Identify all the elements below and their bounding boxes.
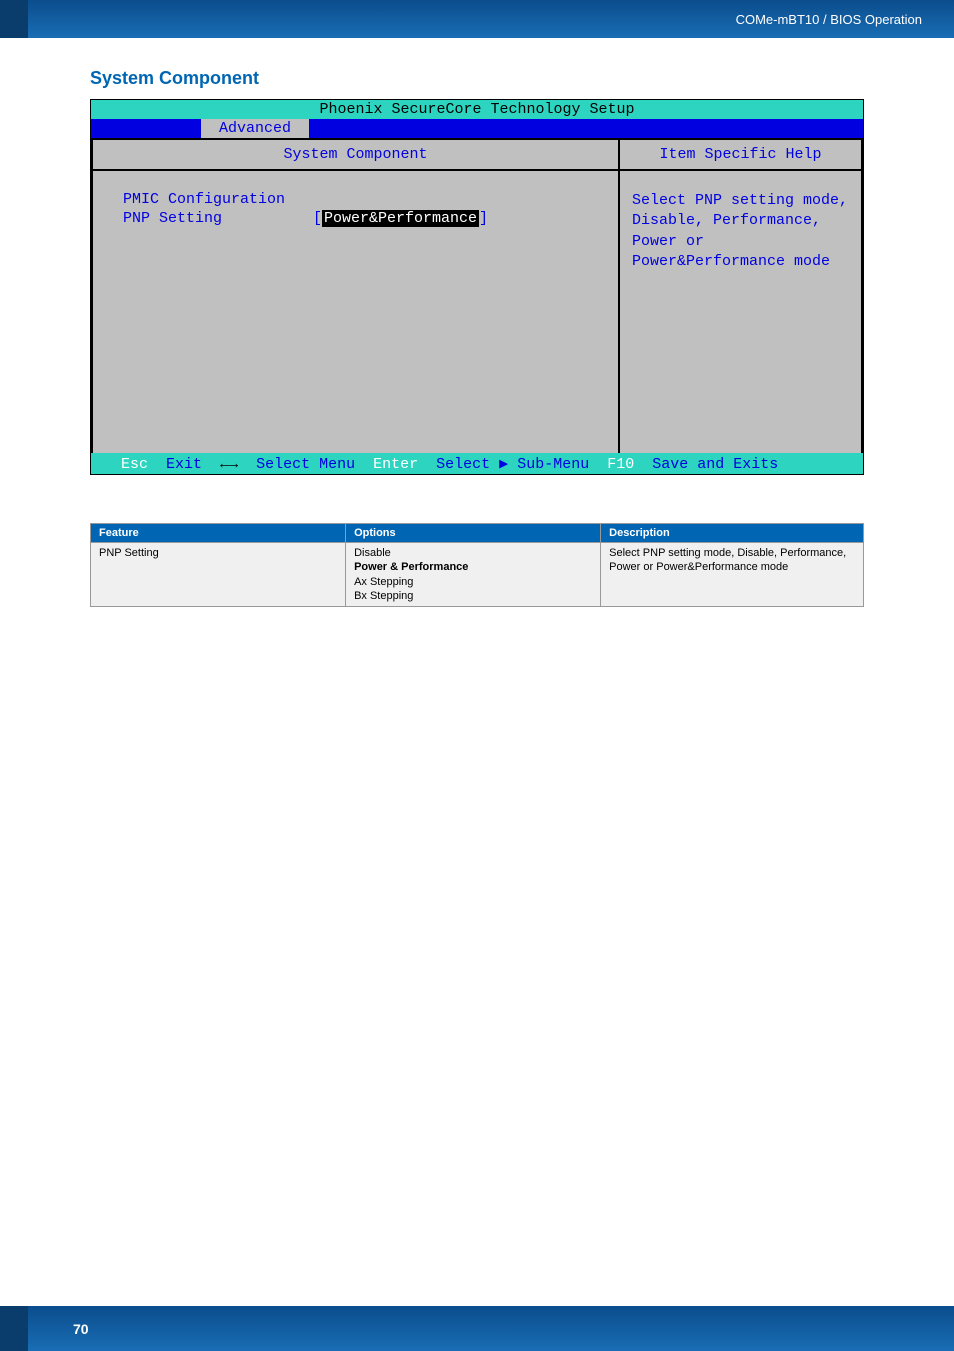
- col-feature: Feature: [91, 524, 346, 543]
- bios-footer: Esc Exit ←→ Select Menu Enter Select ▶ S…: [91, 453, 863, 474]
- bios-screen: Phoenix SecureCore Technology Setup Adva…: [90, 99, 864, 475]
- f10-key[interactable]: F10: [607, 456, 634, 473]
- cell-feature: PNP Setting: [91, 543, 346, 607]
- page-header: COMe-mBT10 / BIOS Operation: [0, 0, 954, 38]
- breadcrumb: COMe-mBT10 / BIOS Operation: [736, 12, 922, 27]
- bios-title: Phoenix SecureCore Technology Setup: [91, 100, 863, 119]
- bios-left-header: System Component: [93, 140, 618, 171]
- bios-item-label: PNP Setting: [123, 210, 313, 227]
- bios-right-header: Item Specific Help: [620, 140, 861, 171]
- page-footer: 70: [0, 1306, 954, 1351]
- table-header-row: Feature Options Description: [91, 524, 864, 543]
- page-content: System Component Phoenix SecureCore Tech…: [0, 38, 954, 647]
- feature-table: Feature Options Description PNP SettingD…: [90, 523, 864, 607]
- page-number: 70: [73, 1321, 89, 1337]
- arrow-keys[interactable]: ←→: [220, 456, 238, 473]
- table-row: PNP SettingDisablePower & PerformanceAx …: [91, 543, 864, 607]
- bios-item-value: [Power&Performance]: [313, 210, 488, 227]
- tab-advanced[interactable]: Advanced: [201, 119, 309, 138]
- section-title: System Component: [90, 68, 864, 89]
- cell-description: Select PNP setting mode, Disable, Perfor…: [601, 543, 864, 607]
- bios-left-content: PMIC Configuration PNP Setting [Power&Pe…: [93, 171, 618, 249]
- col-options: Options: [346, 524, 601, 543]
- cell-options: DisablePower & PerformanceAx SteppingBx …: [346, 543, 601, 607]
- enter-key[interactable]: Enter: [373, 456, 418, 473]
- bios-item-pnp[interactable]: PNP Setting [Power&Performance]: [123, 210, 588, 227]
- bios-help-text: Select PNP setting mode, Disable, Perfor…: [620, 171, 861, 292]
- bios-left-panel: System Component PMIC Configuration PNP …: [91, 138, 618, 453]
- esc-key[interactable]: Esc: [121, 456, 148, 473]
- bios-main: System Component PMIC Configuration PNP …: [91, 138, 863, 453]
- bios-item-label: PMIC Configuration: [123, 191, 313, 208]
- bios-item-pmic[interactable]: PMIC Configuration: [123, 191, 588, 208]
- bios-right-panel: Item Specific Help Select PNP setting mo…: [618, 138, 863, 453]
- col-description: Description: [601, 524, 864, 543]
- bios-tab-row: Advanced: [91, 119, 863, 138]
